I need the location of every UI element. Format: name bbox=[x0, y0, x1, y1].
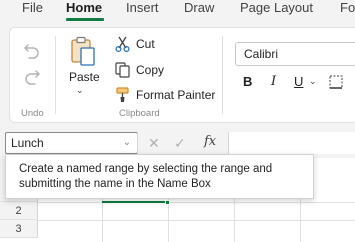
tab-formulas[interactable]: Fo bbox=[340, 0, 355, 20]
ribbon-tab-bar: File Home Insert Draw Page Layout Fo bbox=[0, 0, 355, 22]
font-name-value: Calibri bbox=[244, 47, 279, 61]
insert-function-fx-icon[interactable]: fx bbox=[204, 134, 216, 149]
cancel-icon[interactable]: ✕ bbox=[148, 135, 160, 152]
name-box-tooltip: Create a named range by selecting the ra… bbox=[5, 154, 314, 199]
copy-label: Copy bbox=[136, 63, 165, 77]
ribbon-home-panel: Undo Paste ⌄ Cut Copy Format Painter Cli… bbox=[9, 27, 355, 123]
formula-divider bbox=[137, 132, 138, 154]
formula-input[interactable] bbox=[228, 132, 355, 154]
borders-icon[interactable] bbox=[328, 74, 344, 90]
tooltip-line-1: Create a named range by selecting the ra… bbox=[19, 163, 273, 175]
copy-icon bbox=[115, 62, 130, 78]
font-name-box[interactable]: Calibri bbox=[235, 42, 355, 66]
italic-button[interactable]: I bbox=[271, 74, 276, 89]
group-divider bbox=[222, 36, 223, 114]
name-box-dropdown-chevron-icon[interactable]: ⌄ bbox=[117, 133, 137, 153]
clipboard-icon bbox=[71, 36, 95, 66]
tab-insert[interactable]: Insert bbox=[126, 0, 159, 20]
bold-button[interactable]: B bbox=[243, 74, 252, 89]
tab-file[interactable]: File bbox=[22, 0, 43, 20]
format-painter-label: Format Painter bbox=[136, 88, 216, 102]
undo-group-caption: Undo bbox=[21, 108, 44, 119]
paste-label: Paste bbox=[69, 70, 100, 84]
paste-button[interactable] bbox=[66, 34, 102, 98]
tooltip-line-2: submitting the name in the Name Box bbox=[19, 178, 211, 190]
redo-icon[interactable] bbox=[23, 68, 41, 86]
row-header-3[interactable]: 3 bbox=[0, 220, 38, 238]
underline-button[interactable]: U bbox=[294, 74, 303, 89]
cut-label: Cut bbox=[136, 37, 155, 51]
paintbrush-icon bbox=[116, 87, 129, 102]
excel-window: File Home Insert Draw Page Layout Fo Und… bbox=[0, 0, 355, 242]
gridline bbox=[38, 202, 355, 203]
name-box[interactable]: Lunch ⌄ bbox=[5, 132, 138, 154]
tab-page-layout[interactable]: Page Layout bbox=[240, 0, 313, 20]
group-divider bbox=[55, 36, 56, 114]
enter-check-icon[interactable]: ✓ bbox=[174, 135, 186, 152]
fill-handle[interactable] bbox=[165, 200, 170, 205]
clipboard-group-caption: Clipboard bbox=[119, 108, 160, 119]
active-tab-indicator bbox=[66, 18, 104, 21]
undo-icon[interactable] bbox=[23, 42, 41, 60]
name-box-value: Lunch bbox=[11, 136, 44, 150]
tab-draw[interactable]: Draw bbox=[184, 0, 214, 20]
tab-home[interactable]: Home bbox=[66, 0, 102, 20]
gridline bbox=[38, 220, 355, 221]
underline-dropdown-chevron-icon[interactable]: ⌄ bbox=[309, 76, 317, 87]
paste-dropdown-chevron-icon[interactable]: ⌄ bbox=[76, 85, 84, 96]
row-header-2[interactable]: 2 bbox=[0, 202, 38, 220]
scissors-icon bbox=[115, 36, 130, 53]
